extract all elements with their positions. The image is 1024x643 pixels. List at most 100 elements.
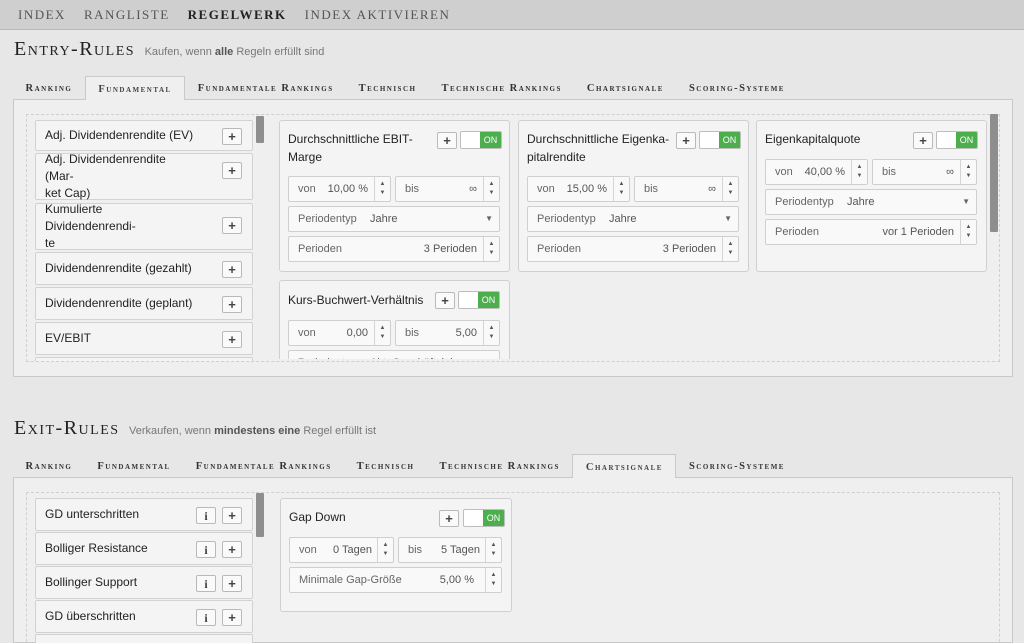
up-arrow-icon[interactable]: ▲	[489, 240, 495, 249]
list-item[interactable]: Adj. Dividendenrendite (EV) +	[35, 120, 253, 151]
bis-field[interactable]: bis 5,00 ▲ ▼	[395, 320, 500, 346]
plus-icon[interactable]: +	[222, 507, 242, 524]
down-arrow-icon[interactable]: ▼	[489, 333, 495, 342]
plus-icon[interactable]: +	[222, 331, 242, 348]
list-item[interactable]: Bolliger Resistance i +	[35, 532, 253, 565]
up-arrow-icon[interactable]: ▲	[728, 240, 734, 249]
min-gap-field[interactable]: Minimale Gap-Größe 5,00 % ▲ ▼	[289, 567, 502, 593]
down-arrow-icon[interactable]: ▼	[966, 232, 972, 241]
entry-tab-chartsignale[interactable]: Chartsignale	[574, 76, 676, 100]
up-arrow-icon[interactable]: ▲	[383, 541, 389, 550]
stepper-arrows[interactable]: ▲ ▼	[377, 538, 393, 562]
entry-tab-scoring-systeme[interactable]: Scoring-Systeme	[676, 76, 797, 100]
bis-field[interactable]: bis ∞ ▲ ▼	[872, 159, 977, 185]
entry-tab-technische-rankings[interactable]: Technische Rankings	[429, 76, 574, 100]
entry-tab-ranking[interactable]: Ranking	[13, 76, 85, 100]
down-arrow-icon[interactable]: ▼	[857, 172, 863, 181]
plus-icon[interactable]: +	[222, 128, 242, 145]
perioden-field[interactable]: Perioden vor 1 Perioden ▲ ▼	[765, 219, 977, 245]
stepper-arrows[interactable]: ▲ ▼	[485, 538, 501, 562]
list-item[interactable]	[35, 357, 253, 361]
list-item[interactable]: Bollinger Support i +	[35, 566, 253, 599]
info-icon[interactable]: i	[196, 507, 216, 524]
chevron-down-icon[interactable]: ▼	[485, 351, 493, 359]
exit-tab-technische-rankings[interactable]: Technische Rankings	[427, 454, 572, 478]
stepper-arrows[interactable]: ▲ ▼	[722, 237, 738, 261]
periodentyp-select[interactable]: Periodentyp Akt. Geschäftsjahr ▼	[288, 350, 500, 359]
bis-field[interactable]: bis ∞ ▲ ▼	[634, 176, 739, 202]
plus-icon[interactable]: +	[676, 132, 696, 149]
stepper-arrows[interactable]: ▲ ▼	[613, 177, 629, 201]
von-field[interactable]: von 10,00 % ▲ ▼	[288, 176, 391, 202]
plus-icon[interactable]: +	[913, 132, 933, 149]
stepper-arrows[interactable]: ▲ ▼	[960, 220, 976, 244]
periodentyp-select[interactable]: Periodentyp Jahre ▼	[527, 206, 739, 232]
nav-index[interactable]: INDEX	[18, 7, 66, 23]
von-field[interactable]: von 15,00 % ▲ ▼	[527, 176, 630, 202]
nav-index-aktivieren[interactable]: INDEX AKTIVIEREN	[305, 7, 451, 23]
up-arrow-icon[interactable]: ▲	[619, 180, 625, 189]
entry-tab-fundamentale-rankings[interactable]: Fundamentale Rankings	[185, 76, 346, 100]
exit-tab-scoring-systeme[interactable]: Scoring-Systeme	[676, 454, 797, 478]
rule-toggle[interactable]: ON	[463, 509, 505, 527]
info-icon[interactable]: i	[196, 609, 216, 626]
down-arrow-icon[interactable]: ▼	[383, 550, 389, 559]
plus-icon[interactable]: +	[222, 217, 242, 234]
list-item[interactable]: Kumulierte Dividendenrendi- te +	[35, 202, 253, 250]
chevron-down-icon[interactable]: ▼	[962, 190, 970, 214]
down-arrow-icon[interactable]: ▼	[728, 189, 734, 198]
plus-icon[interactable]: +	[435, 292, 455, 309]
list-item[interactable]: Adj. Dividendenrendite (Mar- ket Cap) +	[35, 152, 253, 200]
von-field[interactable]: von 0 Tagen ▲ ▼	[289, 537, 394, 563]
exit-rule-list[interactable]: GD unterschritten i + Bolliger Resistanc…	[35, 497, 255, 643]
rule-toggle[interactable]: ON	[936, 131, 978, 149]
entry-tab-technisch[interactable]: Technisch	[346, 76, 429, 100]
list-item[interactable]: Dividendenrendite (gezahlt) +	[35, 252, 253, 285]
down-arrow-icon[interactable]: ▼	[966, 172, 972, 181]
plus-icon[interactable]: +	[222, 162, 242, 179]
periodentyp-select[interactable]: Periodentyp Jahre ▼	[765, 189, 977, 215]
stepper-arrows[interactable]: ▲ ▼	[483, 237, 499, 261]
chevron-down-icon[interactable]: ▼	[724, 207, 732, 231]
down-arrow-icon[interactable]: ▼	[619, 189, 625, 198]
rule-toggle[interactable]: ON	[699, 131, 741, 149]
up-arrow-icon[interactable]: ▲	[491, 571, 497, 580]
stepper-arrows[interactable]: ▲ ▼	[722, 177, 738, 201]
info-icon[interactable]: i	[196, 541, 216, 558]
plus-icon[interactable]: +	[437, 132, 457, 149]
stepper-arrows[interactable]: ▲ ▼	[485, 568, 501, 592]
perioden-field[interactable]: Perioden 3 Perioden ▲ ▼	[288, 236, 500, 262]
down-arrow-icon[interactable]: ▼	[728, 249, 734, 258]
down-arrow-icon[interactable]: ▼	[491, 580, 497, 589]
plus-icon[interactable]: +	[222, 261, 242, 278]
exit-tab-ranking[interactable]: Ranking	[13, 454, 85, 478]
list-item[interactable]: Dividendenrendite (geplant) +	[35, 287, 253, 320]
exit-tab-technisch[interactable]: Technisch	[344, 454, 427, 478]
rule-toggle[interactable]: ON	[458, 291, 500, 309]
list-item[interactable]	[35, 634, 253, 643]
von-field[interactable]: von 40,00 % ▲ ▼	[765, 159, 868, 185]
up-arrow-icon[interactable]: ▲	[380, 180, 386, 189]
stepper-arrows[interactable]: ▲ ▼	[374, 177, 390, 201]
down-arrow-icon[interactable]: ▼	[380, 189, 386, 198]
stepper-arrows[interactable]: ▲ ▼	[483, 177, 499, 201]
up-arrow-icon[interactable]: ▲	[857, 163, 863, 172]
entry-cards-scrollbar[interactable]	[990, 114, 998, 232]
nav-rangliste[interactable]: RANGLISTE	[84, 7, 170, 23]
up-arrow-icon[interactable]: ▲	[966, 223, 972, 232]
nav-regelwerk[interactable]: REGELWERK	[188, 7, 287, 23]
bis-field[interactable]: bis 5 Tagen ▲ ▼	[398, 537, 502, 563]
plus-icon[interactable]: +	[222, 541, 242, 558]
stepper-arrows[interactable]: ▲ ▼	[483, 321, 499, 345]
up-arrow-icon[interactable]: ▲	[380, 324, 386, 333]
info-icon[interactable]: i	[196, 575, 216, 592]
list-item[interactable]: GD überschritten i +	[35, 600, 253, 633]
up-arrow-icon[interactable]: ▲	[489, 324, 495, 333]
bis-field[interactable]: bis ∞ ▲ ▼	[395, 176, 500, 202]
list-item[interactable]: GD unterschritten i +	[35, 498, 253, 531]
von-field[interactable]: von 0,00 ▲ ▼	[288, 320, 391, 346]
plus-icon[interactable]: +	[222, 296, 242, 313]
down-arrow-icon[interactable]: ▼	[489, 189, 495, 198]
stepper-arrows[interactable]: ▲ ▼	[851, 160, 867, 184]
exit-tab-fundamental[interactable]: Fundamental	[85, 454, 183, 478]
